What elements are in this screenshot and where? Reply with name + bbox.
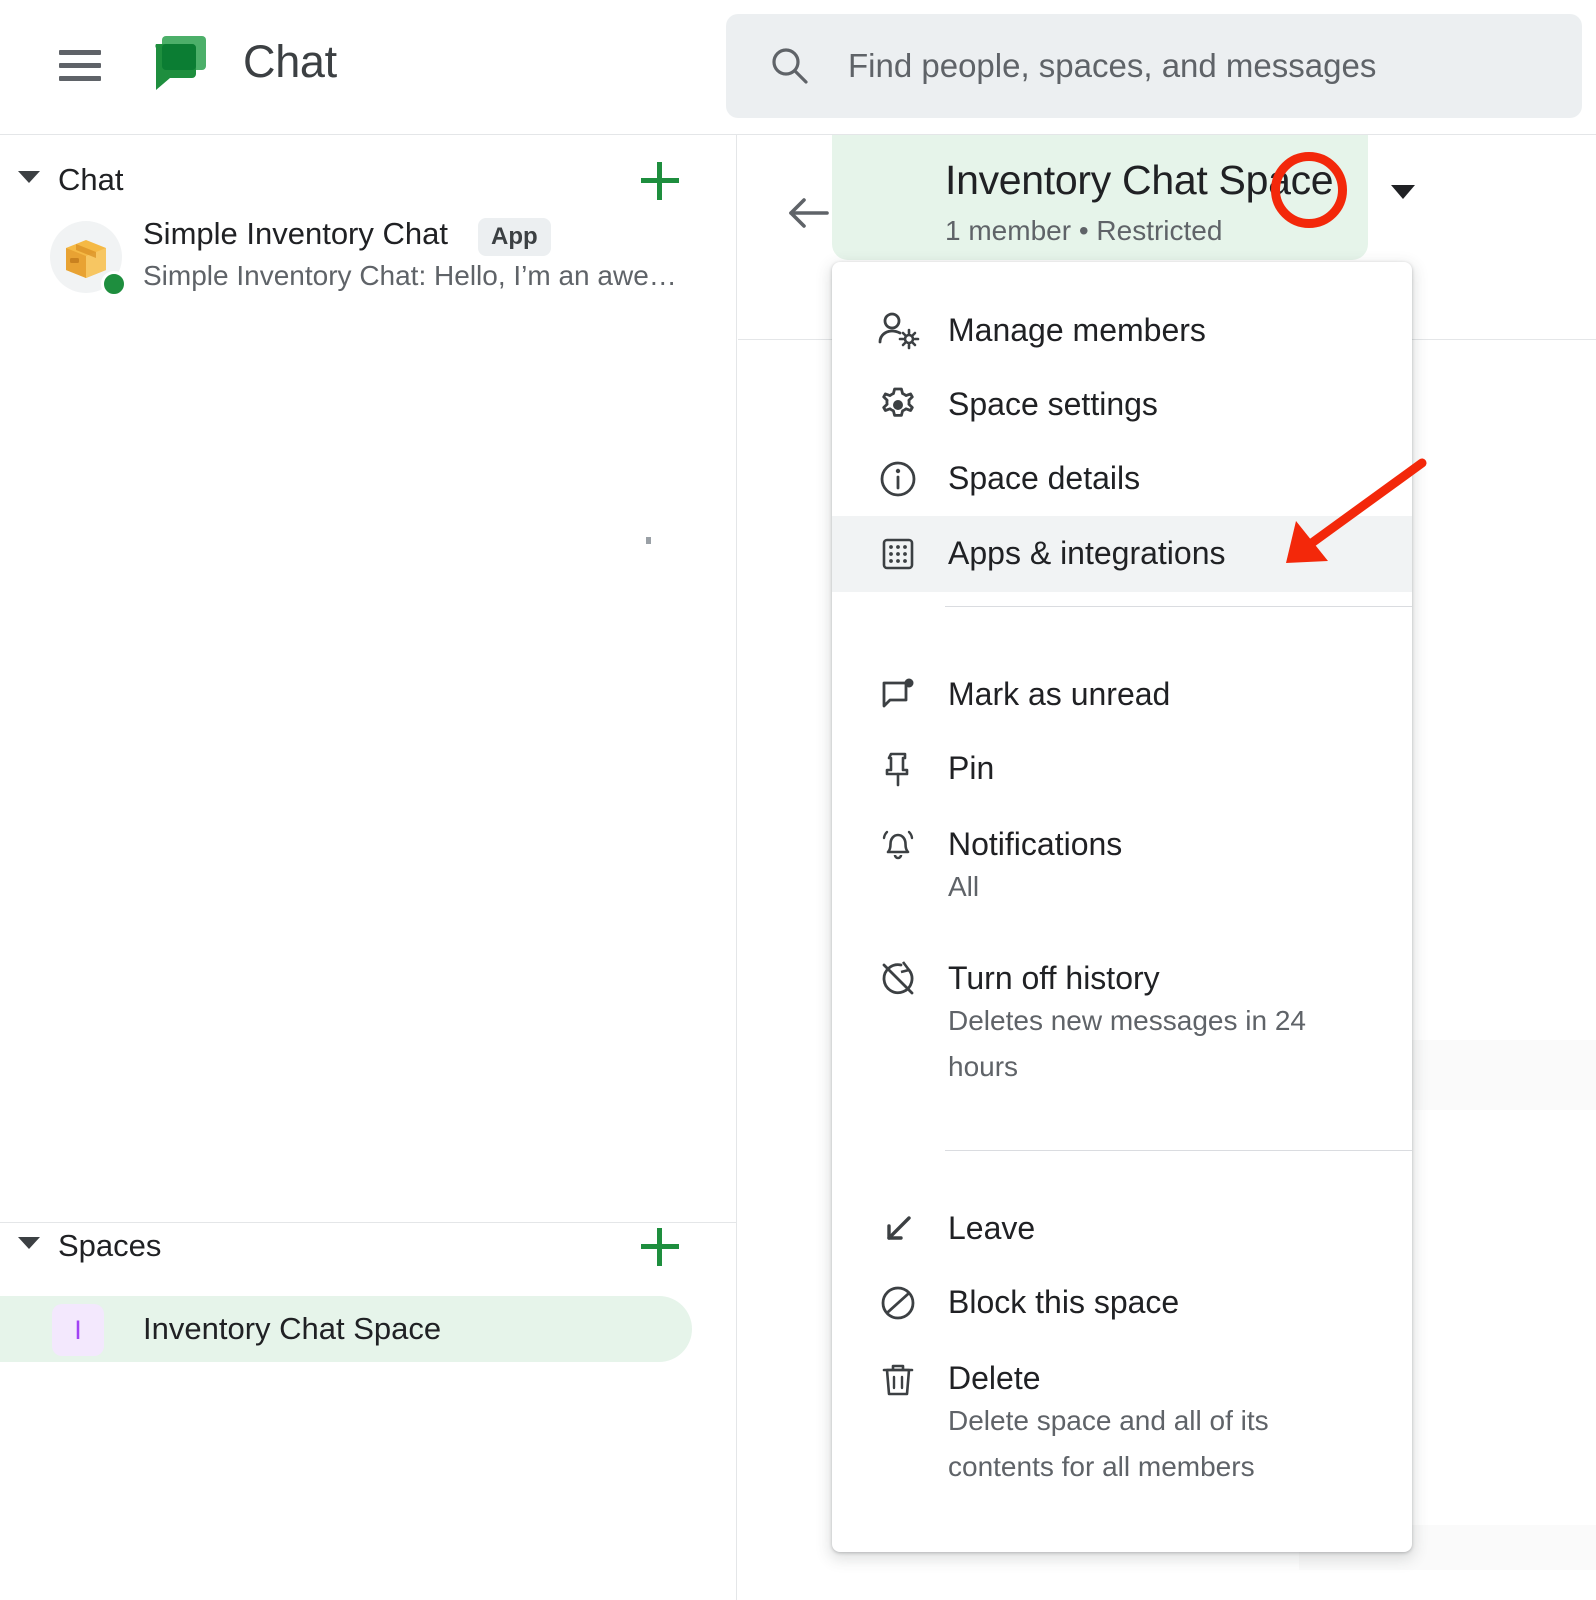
menu-item-label: Block this space xyxy=(948,1284,1179,1321)
hamburger-line xyxy=(59,63,101,68)
menu-item-label: Turn off history xyxy=(948,960,1160,997)
hamburger-menu-icon[interactable] xyxy=(56,44,104,84)
menu-item-label: Pin xyxy=(948,750,994,787)
space-subtitle: 1 member • Restricted xyxy=(945,215,1222,247)
gear-icon xyxy=(875,382,921,428)
app-title: Chat xyxy=(243,36,337,88)
hamburger-line xyxy=(59,76,101,81)
chevron-down-icon[interactable] xyxy=(1383,171,1423,211)
search-bar[interactable]: Find people, spaces, and messages xyxy=(726,14,1582,118)
menu-item-turn-off-history[interactable]: Turn off history Deletes new messages in… xyxy=(832,940,1412,1096)
top-bar: Chat Find people, spaces, and messages xyxy=(0,0,1596,135)
arrow-left-icon[interactable] xyxy=(784,188,834,238)
hamburger-line xyxy=(59,50,101,55)
menu-item-space-details[interactable]: Space details xyxy=(832,442,1412,516)
google-chat-window: Chat Find people, spaces, and messages C… xyxy=(0,0,1596,1600)
search-input-placeholder[interactable]: Find people, spaces, and messages xyxy=(848,14,1376,118)
list-item-snippet: Simple Inventory Chat: Hello, I’m an awe… xyxy=(143,260,677,292)
menu-item-label: Apps & integrations xyxy=(948,535,1226,572)
cursor-artifact xyxy=(646,537,651,544)
menu-item-delete[interactable]: Delete Delete space and all of its conte… xyxy=(832,1340,1412,1496)
menu-item-sublabel: Delete space and all of its contents for… xyxy=(948,1398,1368,1490)
menu-item-mark-as-unread[interactable]: Mark as unread xyxy=(832,658,1412,732)
info-icon xyxy=(875,456,921,502)
menu-item-space-settings[interactable]: Space settings xyxy=(832,368,1412,442)
bell-icon xyxy=(875,822,921,868)
new-chat-plus-icon[interactable] xyxy=(641,162,679,200)
app-badge: App xyxy=(478,218,551,256)
search-icon xyxy=(768,44,812,88)
menu-item-sublabel: Deletes new messages in 24 hours xyxy=(948,998,1348,1090)
leave-arrow-icon xyxy=(875,1206,921,1252)
mark-unread-icon xyxy=(875,672,921,718)
pin-icon xyxy=(875,746,921,792)
space-options-menu: Manage members Space settings Space d xyxy=(832,262,1412,1552)
menu-item-sublabel: All xyxy=(948,864,1348,910)
menu-item-block-this-space[interactable]: Block this space xyxy=(832,1266,1412,1340)
menu-item-pin[interactable]: Pin xyxy=(832,732,1412,806)
new-space-plus-icon[interactable] xyxy=(641,1228,679,1266)
avatar xyxy=(50,221,122,293)
sidebar-section-chat-label: Chat xyxy=(58,149,123,211)
menu-divider xyxy=(945,1150,1412,1151)
menu-item-apps-integrations[interactable]: Apps & integrations xyxy=(832,516,1412,592)
manage-members-icon xyxy=(875,308,921,354)
apps-grid-icon xyxy=(875,531,921,577)
menu-item-manage-members[interactable]: Manage members xyxy=(832,294,1412,368)
caret-down-icon[interactable] xyxy=(18,171,40,183)
menu-item-label: Leave xyxy=(948,1210,1035,1247)
google-chat-logo-icon xyxy=(148,30,214,96)
left-sidebar: Chat Simple Inventory Chat App Simpl xyxy=(0,135,737,1600)
sidebar-item-label: Inventory Chat Space xyxy=(143,1296,441,1362)
menu-divider xyxy=(945,606,1412,607)
menu-item-leave[interactable]: Leave xyxy=(832,1192,1412,1266)
block-icon xyxy=(875,1280,921,1326)
menu-item-label: Delete xyxy=(948,1360,1041,1397)
menu-item-label: Space settings xyxy=(948,386,1158,423)
caret-down-icon[interactable] xyxy=(18,1237,40,1249)
sidebar-section-spaces[interactable]: Spaces xyxy=(0,1215,737,1277)
menu-item-label: Manage members xyxy=(948,312,1206,349)
list-item-simple-inventory-chat[interactable]: Simple Inventory Chat App Simple Invento… xyxy=(0,212,710,304)
menu-item-label: Notifications xyxy=(948,826,1122,863)
sidebar-section-chat[interactable]: Chat xyxy=(0,149,737,211)
sidebar-section-spaces-label: Spaces xyxy=(58,1215,161,1277)
online-status-dot xyxy=(101,271,127,297)
history-off-icon xyxy=(875,956,921,1002)
list-item-title: Simple Inventory Chat xyxy=(143,216,448,252)
annotation-circle-highlight xyxy=(1271,152,1347,228)
trash-icon xyxy=(875,1356,921,1402)
sidebar-item-inventory-chat-space[interactable]: I Inventory Chat Space xyxy=(0,1296,692,1362)
space-chip-letter: I xyxy=(52,1304,104,1356)
space-avatar-chip: I xyxy=(52,1304,104,1356)
menu-item-notifications[interactable]: Notifications All xyxy=(832,806,1412,916)
menu-item-label: Space details xyxy=(948,460,1140,497)
package-box-icon xyxy=(62,234,110,280)
menu-item-label: Mark as unread xyxy=(948,676,1170,713)
